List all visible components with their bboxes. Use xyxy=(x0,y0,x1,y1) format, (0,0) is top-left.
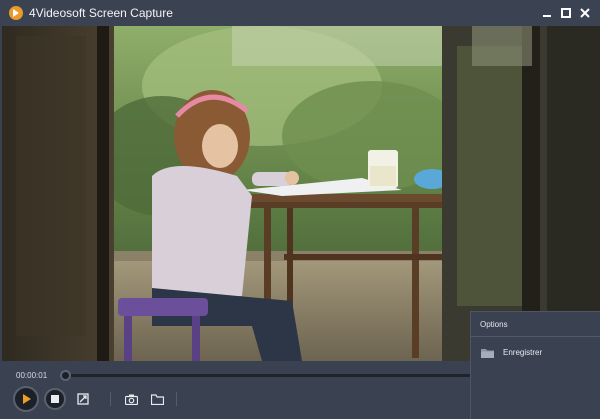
app-logo-icon xyxy=(9,6,23,20)
folder-icon xyxy=(150,393,164,405)
folder-icon xyxy=(481,349,494,358)
stop-button[interactable] xyxy=(44,388,66,410)
current-time: 00:00:01 xyxy=(16,371,48,380)
maximize-icon xyxy=(561,8,571,18)
toolbar-divider xyxy=(176,392,177,406)
maximize-button[interactable] xyxy=(557,4,575,22)
edit-button[interactable] xyxy=(75,391,91,407)
options-title: Options xyxy=(480,320,508,329)
seek-track[interactable] xyxy=(64,374,474,377)
edit-icon xyxy=(77,393,89,405)
minimize-button[interactable] xyxy=(538,4,556,22)
camera-icon xyxy=(124,394,138,405)
minimize-icon xyxy=(543,15,551,17)
stop-icon xyxy=(51,395,59,403)
play-icon xyxy=(23,394,31,404)
app-title: 4Videosoft Screen Capture xyxy=(29,6,173,20)
menu-item-label: Enregistrer xyxy=(503,348,543,357)
seek-handle[interactable] xyxy=(60,370,71,381)
options-header: Options xyxy=(471,312,600,337)
close-icon xyxy=(580,8,590,18)
snapshot-button[interactable] xyxy=(123,391,139,407)
play-button[interactable] xyxy=(13,386,39,412)
options-menu: Options Enregistrer xyxy=(470,311,600,419)
toolbar-divider xyxy=(110,392,111,406)
title-bar: 4Videosoft Screen Capture xyxy=(0,0,600,26)
menu-item-enregistrer[interactable]: Enregistrer xyxy=(471,342,600,362)
open-folder-button[interactable] xyxy=(149,391,165,407)
close-button[interactable] xyxy=(576,4,594,22)
